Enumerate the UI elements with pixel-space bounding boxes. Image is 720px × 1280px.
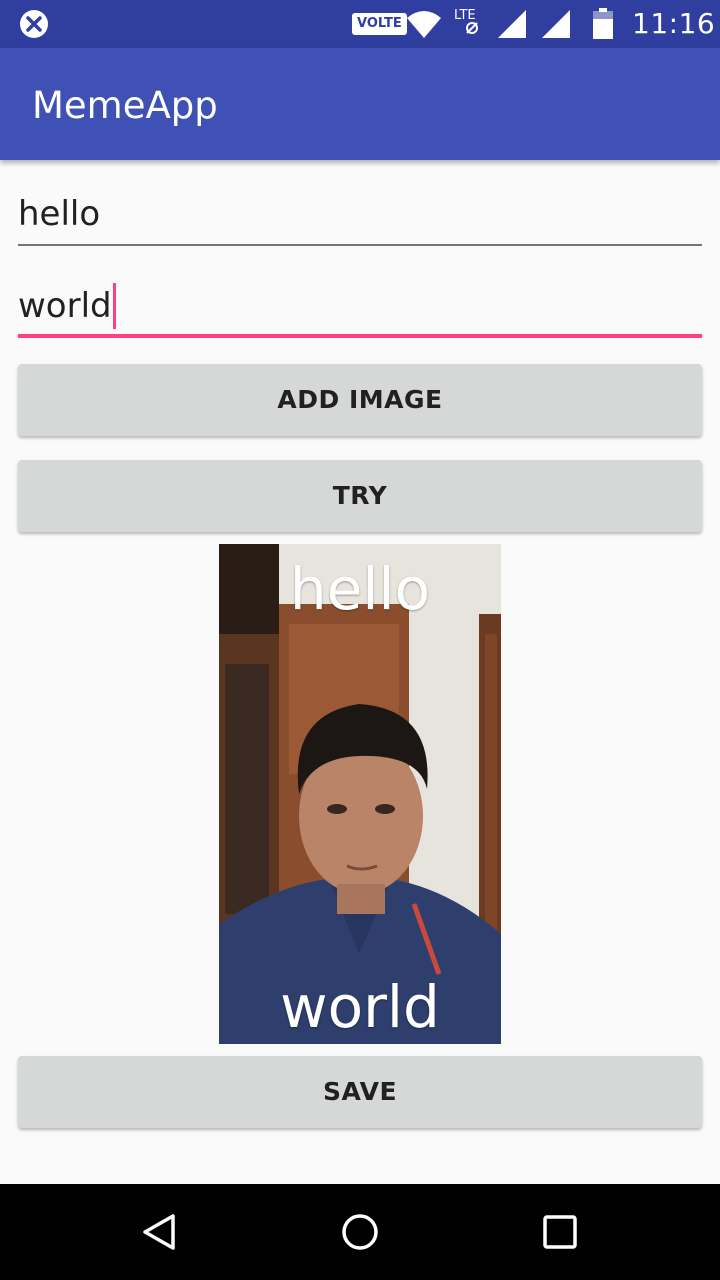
meme-preview-image: hello world xyxy=(219,544,501,1044)
try-button[interactable]: TRY xyxy=(18,460,702,532)
recents-square-icon[interactable] xyxy=(540,1212,580,1252)
save-button[interactable]: SAVE xyxy=(18,1056,702,1128)
top-text-value[interactable]: hello xyxy=(18,186,702,242)
bottom-text-field[interactable]: world xyxy=(18,278,702,338)
meme-bottom-caption: world xyxy=(280,973,440,1041)
volte-badge: VOLTE xyxy=(352,13,407,35)
meme-top-caption: hello xyxy=(289,555,431,623)
battery-icon xyxy=(593,8,613,39)
top-text-underline xyxy=(18,244,702,246)
bottom-text-input[interactable]: world xyxy=(18,278,702,334)
top-text-field[interactable]: hello xyxy=(18,186,702,246)
cell-signal-2-icon xyxy=(542,10,570,38)
bottom-text-value: world xyxy=(18,286,112,326)
home-circle-icon[interactable] xyxy=(340,1212,380,1252)
status-bar: VOLTE LTE 11:16 xyxy=(0,0,720,48)
cell-signal-icon xyxy=(498,10,526,38)
back-triangle-icon[interactable] xyxy=(140,1212,180,1252)
bottom-text-underline xyxy=(18,334,702,338)
text-cursor xyxy=(112,282,116,329)
app-title: MemeApp xyxy=(32,84,218,127)
add-image-button[interactable]: ADD IMAGE xyxy=(18,364,702,436)
wifi-icon xyxy=(407,11,441,38)
app-bar: MemeApp xyxy=(0,48,720,160)
lte-signal-icon: LTE xyxy=(454,8,478,34)
status-clock: 11:16 xyxy=(632,7,716,40)
navigation-bar xyxy=(0,1184,720,1280)
data-saver-x-icon xyxy=(20,10,48,38)
lte-label: LTE xyxy=(454,8,476,23)
